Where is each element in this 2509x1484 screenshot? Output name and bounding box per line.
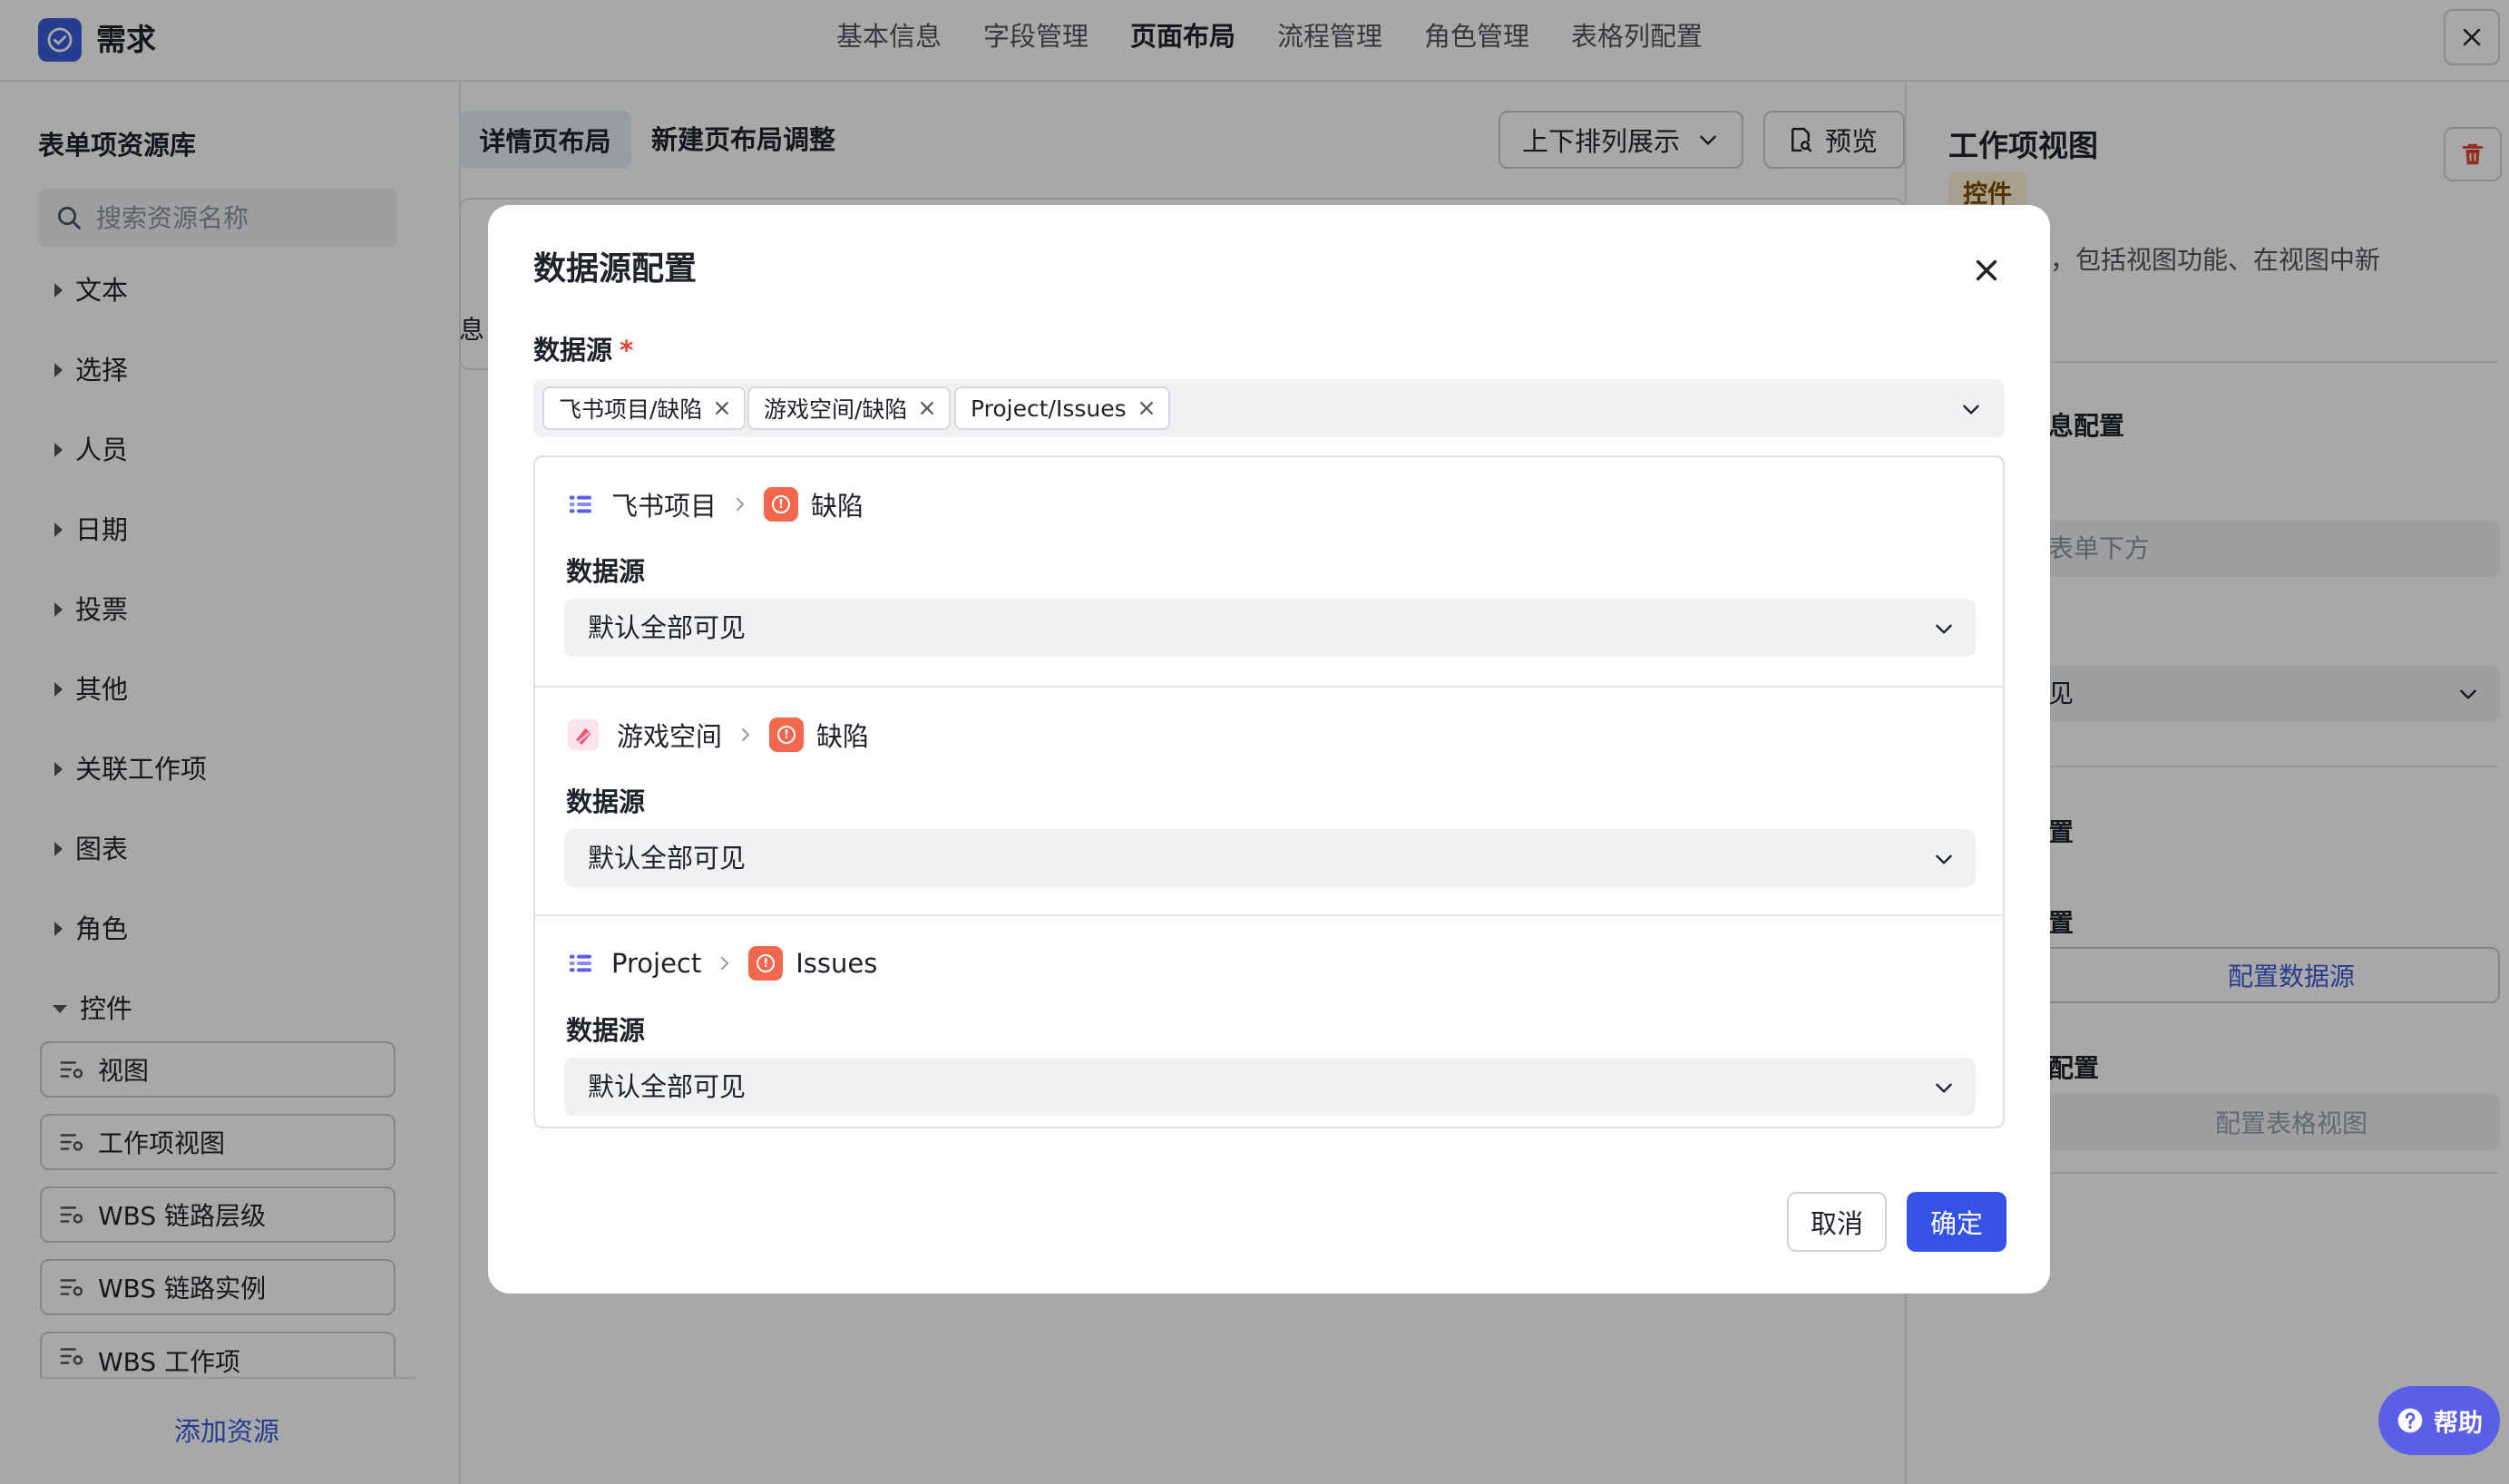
selected-tag: 游戏空间/缺陷 xyxy=(747,386,952,430)
datasource-sections: 飞书项目 ! 缺陷 数据源 默认全部可见 游戏空间 ! 缺陷 数据源 默认全部可… xyxy=(533,455,2005,1128)
defect-type-icon: ! xyxy=(769,718,805,752)
cancel-button[interactable]: 取消 xyxy=(1787,1192,1887,1252)
datasource-section: 游戏空间 ! 缺陷 数据源 默认全部可见 xyxy=(535,686,2003,916)
section-field-label: 数据源 xyxy=(566,556,646,587)
chevron-down-icon xyxy=(1936,854,1952,864)
remove-tag-icon[interactable] xyxy=(713,399,731,417)
required-mark: * xyxy=(620,335,634,366)
work-item-type-name: Issues xyxy=(796,948,878,979)
datasource-section: Project ! Issues 数据源 默认全部可见 xyxy=(535,914,2003,1145)
section-select-value: 默认全部可见 xyxy=(588,612,747,643)
datasource-config-dialog: 数据源配置 数据源 * 飞书项目/缺陷 游戏空间/缺陷 Project/Issue… xyxy=(488,205,2050,1294)
remove-tag-icon[interactable] xyxy=(918,399,936,417)
chevron-right-icon xyxy=(736,497,745,512)
tag-label: 飞书项目/缺陷 xyxy=(559,396,703,423)
section-datasource-select[interactable]: 默认全部可见 xyxy=(564,1058,1976,1116)
confirm-button[interactable]: 确定 xyxy=(1907,1192,2006,1252)
section-field-label: 数据源 xyxy=(566,1015,646,1046)
remove-tag-icon[interactable] xyxy=(1137,399,1156,417)
tag-label: Project/Issues xyxy=(971,395,1127,422)
help-label: 帮助 xyxy=(2434,1409,2483,1438)
chevron-down-icon xyxy=(1936,624,1952,634)
datasource-multiselect[interactable]: 飞书项目/缺陷 游戏空间/缺陷 Project/Issues xyxy=(533,379,2005,437)
datasource-label: 数据源 * xyxy=(533,332,633,368)
section-breadcrumb: Project ! Issues xyxy=(566,943,877,983)
issue-type-icon: ! xyxy=(748,946,784,981)
section-breadcrumb: 飞书项目 ! 缺陷 xyxy=(566,484,864,524)
dialog-close-button[interactable] xyxy=(1967,250,2006,290)
space-name: 游戏空间 xyxy=(617,721,723,752)
section-datasource-select[interactable]: 默认全部可见 xyxy=(564,829,1976,887)
project-space-icon xyxy=(570,495,591,513)
section-breadcrumb: 游戏空间 ! 缺陷 xyxy=(566,715,869,755)
chevron-right-icon xyxy=(721,956,729,971)
chevron-right-icon xyxy=(741,727,750,742)
chevron-down-icon xyxy=(1963,405,1979,415)
help-button[interactable]: 帮助 xyxy=(2378,1386,2500,1455)
selected-tag: Project/Issues xyxy=(954,386,1170,430)
section-select-value: 默认全部可见 xyxy=(588,1071,747,1102)
section-datasource-select[interactable]: 默认全部可见 xyxy=(564,599,1976,657)
tag-label: 游戏空间/缺陷 xyxy=(764,396,908,423)
close-icon xyxy=(1976,259,1997,281)
selected-tag: 飞书项目/缺陷 xyxy=(542,386,747,430)
datasource-section: 飞书项目 ! 缺陷 数据源 默认全部可见 xyxy=(535,457,2003,688)
space-name: 飞书项目 xyxy=(611,491,718,522)
datasource-label-text: 数据源 xyxy=(533,335,613,366)
game-space-icon xyxy=(567,718,600,751)
space-name: Project xyxy=(611,948,702,979)
dialog-title: 数据源配置 xyxy=(533,250,698,288)
section-field-label: 数据源 xyxy=(566,786,646,817)
defect-type-icon: ! xyxy=(764,487,799,522)
work-item-type-name: 缺陷 xyxy=(811,491,864,522)
project-space-icon xyxy=(570,954,591,972)
work-item-type-name: 缺陷 xyxy=(816,721,870,752)
section-select-value: 默认全部可见 xyxy=(588,843,747,874)
chevron-down-icon xyxy=(1936,1083,1952,1093)
help-icon xyxy=(2397,1408,2423,1433)
